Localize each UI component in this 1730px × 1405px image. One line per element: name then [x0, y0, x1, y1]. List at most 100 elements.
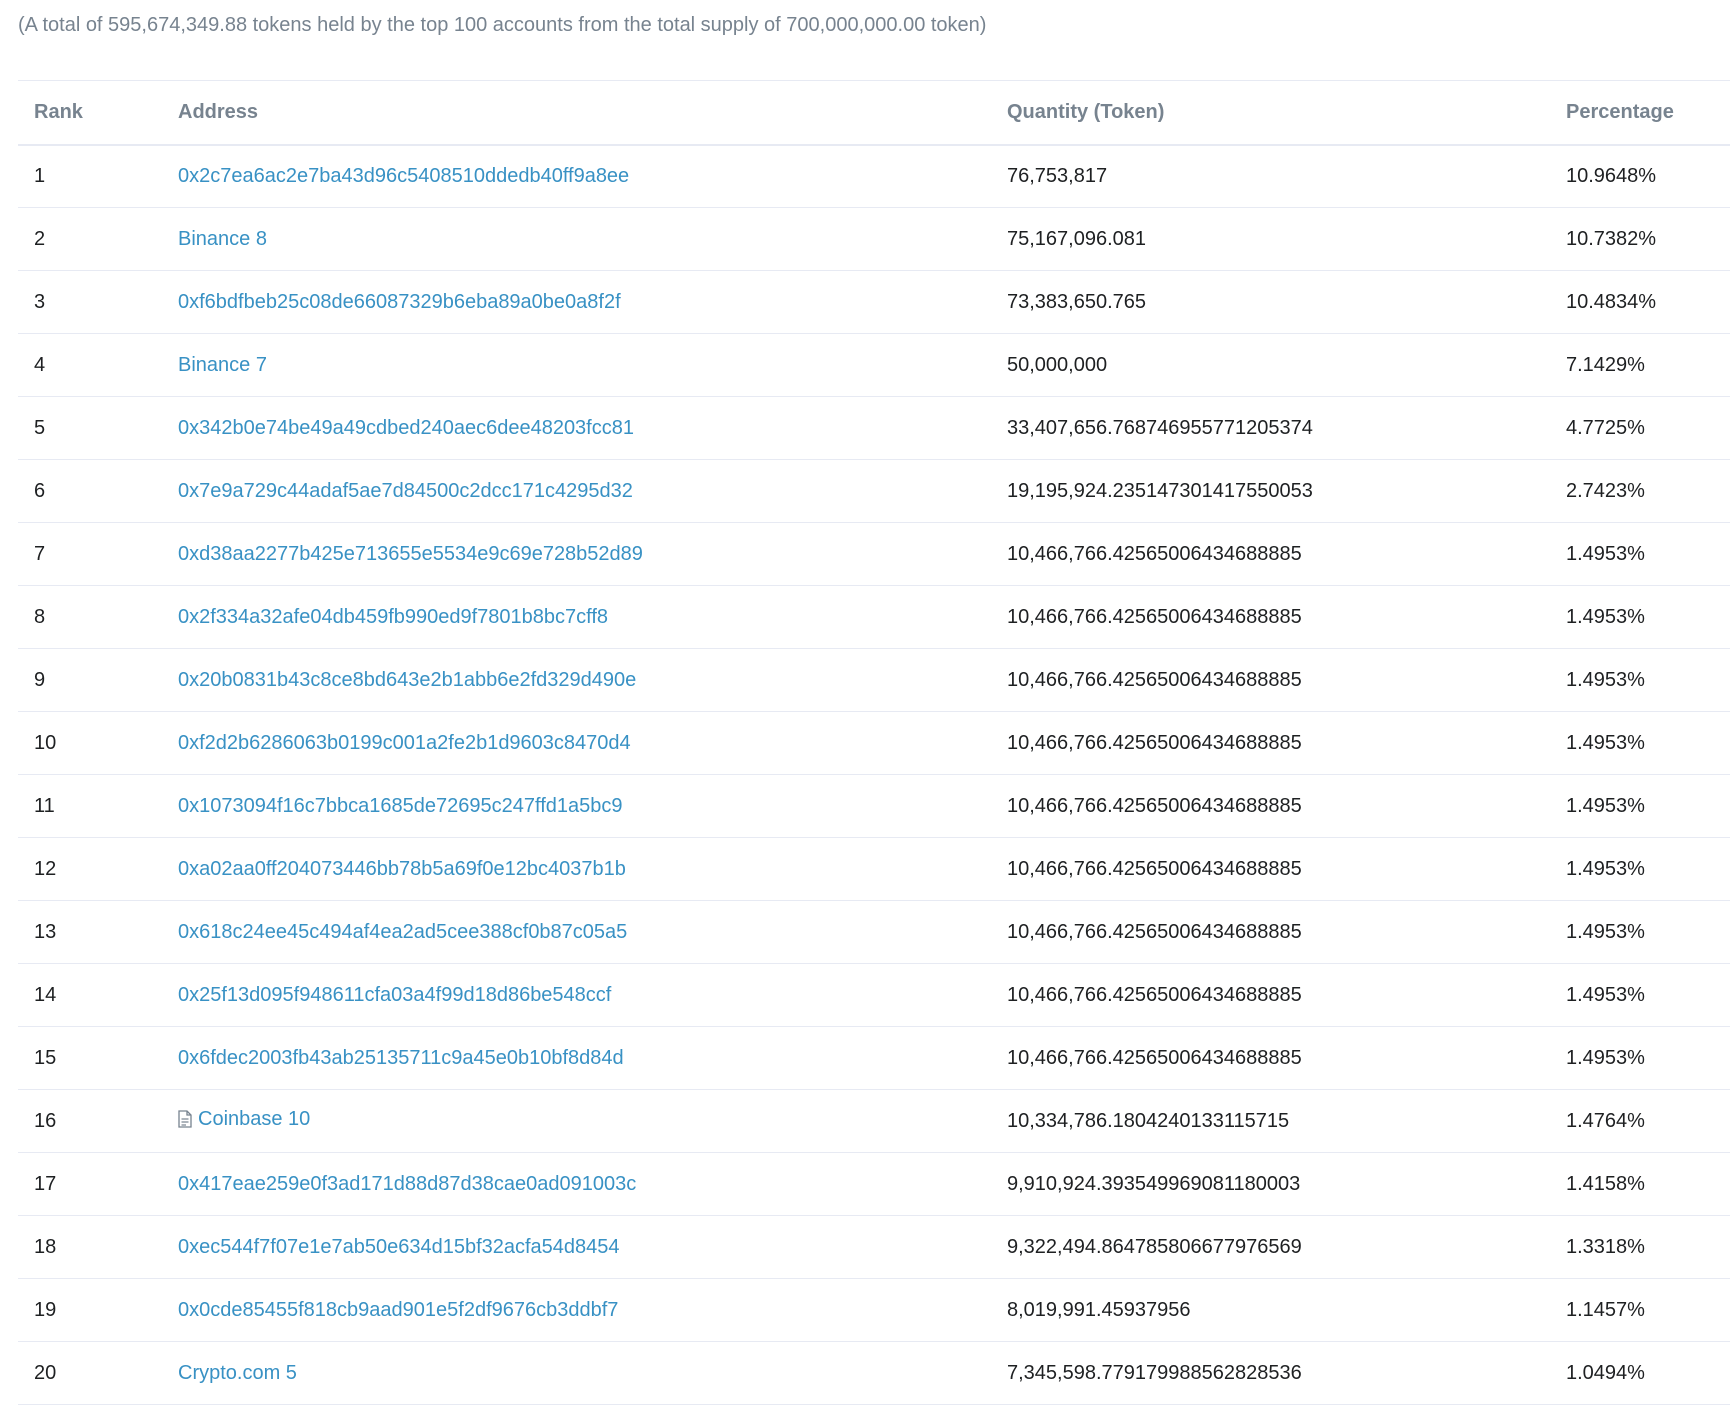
quantity-cell: 10,466,766.42565006434688885: [1007, 794, 1302, 817]
percentage-cell: 1.4953%: [1566, 857, 1645, 880]
address-cell: Crypto.com 5: [178, 1342, 1007, 1405]
percentage-cell: 1.4953%: [1566, 920, 1645, 943]
address-cell: 0x342b0e74be49a49cdbed240aec6dee48203fcc…: [178, 397, 1007, 460]
address-cell: 0x2c7ea6ac2e7ba43d96c5408510ddedb40ff9a8…: [178, 145, 1007, 208]
table-row: 11 0x1073094f16c7bbca1685de72695c247ffd1a…: [18, 775, 1730, 838]
holder-address-link[interactable]: 0x618c24ee45c494af4ea2ad5cee388cf0b87c05…: [178, 921, 627, 943]
percentage-cell: 1.4953%: [1566, 605, 1645, 628]
rank-column-header: Rank: [34, 100, 83, 123]
holders-summary: (A total of 595,674,349.88 tokens held b…: [18, 14, 987, 36]
table-row: 5 0x342b0e74be49a49cdbed240aec6dee48203fc…: [18, 397, 1730, 460]
holder-address-link[interactable]: 0x2c7ea6ac2e7ba43d96c5408510ddedb40ff9a8…: [178, 165, 629, 187]
table-row: 14 0x25f13d095f948611cfa03a4f99d18d86be54…: [18, 964, 1730, 1027]
rank-cell: 8: [34, 605, 46, 628]
rank-cell: 14: [34, 983, 57, 1006]
percentage-cell: 4.7725%: [1566, 416, 1645, 439]
holder-address-link[interactable]: 0x1073094f16c7bbca1685de72695c247ffd1a5b…: [178, 795, 623, 817]
table-row: 17 0x417eae259e0f3ad171d88d87d38cae0ad091…: [18, 1153, 1730, 1216]
rank-cell: 1: [34, 164, 46, 187]
quantity-cell: 10,466,766.42565006434688885: [1007, 542, 1302, 565]
address-cell: 0xf2d2b6286063b0199c001a2fe2b1d9603c8470…: [178, 712, 1007, 775]
address-cell: 0x20b0831b43c8ce8bd643e2b1abb6e2fd329d49…: [178, 649, 1007, 712]
token-holders-table: Rank Address Quantity (Token) Percentage…: [18, 80, 1730, 1405]
holder-address-link[interactable]: 0xa02aa0ff204073446bb78b5a69f0e12bc4037b…: [178, 858, 626, 880]
holders-table-container: Rank Address Quantity (Token) Percentage…: [18, 80, 1730, 1405]
table-row: 8 0x2f334a32afe04db459fb990ed9f7801b8bc7c…: [18, 586, 1730, 649]
table-row: 12 0xa02aa0ff204073446bb78b5a69f0e12bc403…: [18, 838, 1730, 901]
table-row: 7 0xd38aa2277b425e713655e5534e9c69e728b52…: [18, 523, 1730, 586]
percentage-cell: 1.1457%: [1566, 1298, 1645, 1321]
percentage-cell: 7.1429%: [1566, 353, 1645, 376]
holder-address-link[interactable]: 0x417eae259e0f3ad171d88d87d38cae0ad09100…: [178, 1173, 636, 1195]
percentage-cell: 2.7423%: [1566, 479, 1645, 502]
table-row: 15 0x6fdec2003fb43ab25135711c9a45e0b10bf8…: [18, 1027, 1730, 1090]
table-header: Rank Address Quantity (Token) Percentage: [18, 80, 1730, 145]
address-cell: 0x6fdec2003fb43ab25135711c9a45e0b10bf8d8…: [178, 1027, 1007, 1090]
rank-cell: 13: [34, 920, 57, 943]
quantity-column-header: Quantity (Token): [1007, 100, 1165, 123]
address-cell: 0x25f13d095f948611cfa03a4f99d18d86be548c…: [178, 964, 1007, 1027]
quantity-cell: 9,910,924.393549969081180003: [1007, 1172, 1301, 1195]
address-cell: 0xd38aa2277b425e713655e5534e9c69e728b52d…: [178, 523, 1007, 586]
holder-address-link[interactable]: 0xf2d2b6286063b0199c001a2fe2b1d9603c8470…: [178, 732, 631, 754]
table-row: 6 0x7e9a729c44adaf5ae7d84500c2dcc171c4295…: [18, 460, 1730, 523]
holder-address-link[interactable]: Crypto.com 5: [178, 1362, 297, 1384]
quantity-cell: 10,466,766.42565006434688885: [1007, 1046, 1302, 1069]
holder-address-link[interactable]: 0x7e9a729c44adaf5ae7d84500c2dcc171c4295d…: [178, 480, 633, 502]
percentage-cell: 1.4953%: [1566, 983, 1645, 1006]
holder-address-link[interactable]: Binance 8: [178, 228, 267, 250]
quantity-cell: 33,407,656.768746955771205374: [1007, 416, 1313, 439]
quantity-cell: 7,345,598.779179988562828536: [1007, 1361, 1302, 1384]
address-cell: Coinbase 10: [178, 1090, 1007, 1153]
rank-cell: 11: [34, 794, 55, 817]
address-cell: Binance 8: [178, 208, 1007, 271]
holder-address-link[interactable]: 0xf6bdfbeb25c08de66087329b6eba89a0be0a8f…: [178, 291, 621, 313]
quantity-cell: 73,383,650.765: [1007, 290, 1147, 313]
table-row: 3 0xf6bdfbeb25c08de66087329b6eba89a0be0a8…: [18, 271, 1730, 334]
quantity-cell: 75,167,096.081: [1007, 227, 1147, 250]
holder-address-link[interactable]: 0x20b0831b43c8ce8bd643e2b1abb6e2fd329d49…: [178, 669, 636, 691]
holder-address-link[interactable]: 0x0cde85455f818cb9aad901e5f2df9676cb3ddb…: [178, 1299, 618, 1321]
quantity-cell: 10,466,766.42565006434688885: [1007, 668, 1302, 691]
percentage-cell: 10.9648%: [1566, 164, 1657, 187]
rank-cell: 12: [34, 857, 57, 880]
quantity-cell: 10,466,766.42565006434688885: [1007, 857, 1302, 880]
address-cell: Binance 7: [178, 334, 1007, 397]
rank-cell: 15: [34, 1046, 57, 1069]
rank-cell: 20: [34, 1361, 57, 1384]
table-row: 13 0x618c24ee45c494af4ea2ad5cee388cf0b87c…: [18, 901, 1730, 964]
holder-address-link[interactable]: Coinbase 10: [198, 1108, 310, 1130]
holder-address-link[interactable]: 0x2f334a32afe04db459fb990ed9f7801b8bc7cf…: [178, 606, 608, 628]
holder-address-link[interactable]: 0x6fdec2003fb43ab25135711c9a45e0b10bf8d8…: [178, 1047, 624, 1069]
quantity-cell: 76,753,817: [1007, 164, 1108, 187]
address-cell: 0xa02aa0ff204073446bb78b5a69f0e12bc4037b…: [178, 838, 1007, 901]
address-cell: 0xec544f7f07e1e7ab50e634d15bf32acfa54d84…: [178, 1216, 1007, 1279]
percentage-cell: 1.4953%: [1566, 731, 1645, 754]
address-cell: 0x618c24ee45c494af4ea2ad5cee388cf0b87c05…: [178, 901, 1007, 964]
percentage-cell: 1.4158%: [1566, 1172, 1645, 1195]
quantity-cell: 10,466,766.42565006434688885: [1007, 983, 1302, 1006]
table-row: 4 Binance 7 50,000,000 7.1429%: [18, 334, 1730, 397]
table-body: 1 0x2c7ea6ac2e7ba43d96c5408510ddedb40ff9a…: [18, 145, 1730, 1405]
holder-address-link[interactable]: Binance 7: [178, 354, 267, 376]
table-row: 20 Crypto.com 5 7,345,598.7791799885628285…: [18, 1342, 1730, 1405]
contract-document-icon: [178, 1110, 192, 1134]
holder-address-link[interactable]: 0xec544f7f07e1e7ab50e634d15bf32acfa54d84…: [178, 1236, 620, 1258]
address-cell: 0x1073094f16c7bbca1685de72695c247ffd1a5b…: [178, 775, 1007, 838]
table-row: 18 0xec544f7f07e1e7ab50e634d15bf32acfa54d…: [18, 1216, 1730, 1279]
holder-address-link[interactable]: 0x25f13d095f948611cfa03a4f99d18d86be548c…: [178, 984, 611, 1006]
quantity-cell: 50,000,000: [1007, 353, 1108, 376]
holder-address-link[interactable]: 0xd38aa2277b425e713655e5534e9c69e728b52d…: [178, 543, 643, 565]
rank-cell: 9: [34, 668, 46, 691]
rank-cell: 3: [34, 290, 46, 313]
percentage-cell: 1.3318%: [1566, 1235, 1645, 1258]
quantity-cell: 10,466,766.42565006434688885: [1007, 920, 1302, 943]
address-cell: 0x0cde85455f818cb9aad901e5f2df9676cb3ddb…: [178, 1279, 1007, 1342]
quantity-cell: 19,195,924.235147301417550053: [1007, 479, 1313, 502]
quantity-cell: 10,466,766.42565006434688885: [1007, 605, 1302, 628]
holder-address-link[interactable]: 0x342b0e74be49a49cdbed240aec6dee48203fcc…: [178, 417, 634, 439]
percentage-cell: 1.4953%: [1566, 794, 1645, 817]
quantity-cell: 8,019,991.45937956: [1007, 1298, 1191, 1321]
rank-cell: 16: [34, 1109, 57, 1132]
address-cell: 0x7e9a729c44adaf5ae7d84500c2dcc171c4295d…: [178, 460, 1007, 523]
